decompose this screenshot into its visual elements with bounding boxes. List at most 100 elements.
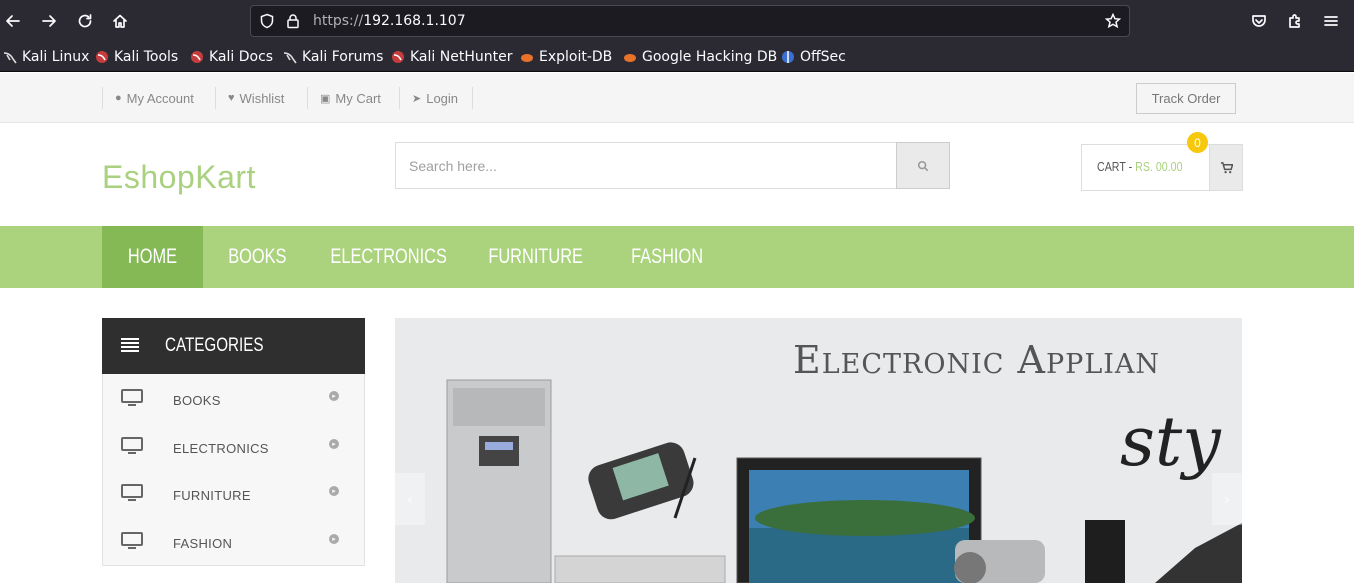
bookmark-label: Kali Linux (22, 49, 90, 65)
bookmark-kali-docs[interactable]: Kali Docs (190, 48, 273, 66)
desktop-icon (121, 532, 143, 550)
hero-banner: Electronic Applian sty ‹ › (395, 318, 1242, 583)
nav-furniture-label: FURNITURE (488, 245, 584, 268)
kali-tools-icon (95, 50, 109, 64)
wishlist-label: Wishlist (239, 90, 285, 106)
desktop-icon (121, 389, 143, 407)
arrow-left-icon (6, 15, 20, 27)
bookmarks-bar: Kali Linux Kali Tools Kali Docs Kali For… (0, 42, 1354, 72)
exploit-db-icon (520, 50, 534, 64)
nav-furniture[interactable]: FURNITURE (476, 226, 596, 288)
nav-electronics-label: ELECTRONICS (330, 245, 447, 268)
chevron-right-icon: ▸ (329, 391, 339, 401)
reload-icon (78, 14, 92, 28)
cart-count-badge: 0 (1187, 132, 1208, 153)
wishlist-link[interactable]: ♥ Wishlist (228, 90, 284, 106)
extensions-button[interactable] (1283, 9, 1307, 33)
lock-icon[interactable] (285, 13, 301, 29)
cart-summary[interactable]: CART - RS. 00.00 (1081, 144, 1243, 191)
category-label: BOOKS (173, 393, 221, 408)
search-box (395, 142, 950, 189)
bookmark-exploit-db[interactable]: Exploit-DB (520, 48, 612, 66)
nav-books[interactable]: BOOKS (213, 226, 301, 288)
pocket-button[interactable] (1247, 9, 1271, 33)
my-account-label: My Account (126, 90, 194, 106)
exploit-db-icon (623, 50, 637, 64)
top-bar: ● My Account ♥ Wishlist ▣ My Cart ➤ Login Tr… (0, 73, 1354, 123)
web-page: ● My Account ♥ Wishlist ▣ My Cart ➤ Login Tr… (0, 73, 1354, 583)
cart-button[interactable] (1209, 144, 1243, 191)
hamburger-icon (1324, 16, 1338, 26)
category-label: FASHION (173, 536, 233, 551)
bookmark-kali-forums[interactable]: Kali Forums (283, 48, 383, 66)
site-logo[interactable]: EshopKart (102, 159, 256, 196)
arrow-right-icon (42, 15, 56, 27)
bookmark-label: Kali Forums (302, 49, 384, 65)
divider (399, 87, 400, 109)
my-cart-link[interactable]: ▣ My Cart (320, 90, 381, 106)
search-input[interactable] (396, 143, 896, 188)
shield-icon[interactable] (259, 13, 275, 29)
nav-home[interactable]: HOME (102, 226, 203, 288)
slider-prev-button[interactable]: ‹ (395, 473, 425, 525)
sign-in-icon: ➤ (412, 92, 422, 105)
divider (472, 87, 473, 109)
bookmark-kali-tools[interactable]: Kali Tools (95, 48, 178, 66)
divider (102, 87, 103, 109)
url-host: 192.168.1.107 (363, 13, 466, 29)
cart-amount: RS. 00.00 (1135, 159, 1183, 174)
category-label: ELECTRONICS (173, 441, 269, 456)
chevron-right-icon: ▸ (329, 534, 339, 544)
category-item-fashion[interactable]: FASHION ▸ (103, 519, 364, 567)
search-icon (917, 160, 929, 171)
back-button[interactable] (1, 9, 25, 33)
chevron-right-icon: ▸ (329, 486, 339, 496)
address-bar[interactable]: https://192.168.1.107 (250, 5, 1130, 37)
nav-fashion-label: FASHION (631, 245, 704, 268)
forward-button[interactable] (37, 9, 61, 33)
bookmark-kali-linux[interactable]: Kali Linux (3, 48, 89, 66)
login-link[interactable]: ➤ Login (412, 90, 458, 106)
heart-icon: ♥ (228, 92, 235, 104)
track-order-button[interactable]: Track Order (1136, 83, 1236, 114)
bookmark-offsec[interactable]: OffSec (781, 48, 846, 66)
user-icon: ● (115, 92, 122, 104)
puzzle-icon (1289, 14, 1300, 28)
categories-title: CATEGORIES (165, 335, 264, 356)
login-label: Login (426, 90, 459, 106)
my-account-link[interactable]: ● My Account (115, 90, 194, 106)
bookmark-label: Kali NetHunter (410, 49, 513, 65)
category-label: FURNITURE (173, 488, 251, 503)
category-item-books[interactable]: BOOKS ▸ (103, 376, 364, 424)
home-icon (113, 14, 127, 28)
bookmark-label: Kali Tools (114, 49, 179, 65)
list-icon (121, 338, 139, 353)
bookmark-kali-nethunter[interactable]: Kali NetHunter (391, 48, 512, 66)
category-item-electronics[interactable]: ELECTRONICS ▸ (103, 424, 364, 472)
nav-fashion[interactable]: FASHION (617, 226, 718, 288)
kali-dragon-icon (283, 50, 297, 64)
category-item-furniture[interactable]: FURNITURE ▸ (103, 471, 364, 519)
bookmark-label: OffSec (800, 49, 846, 65)
bookmark-google-hacking-db[interactable]: Google Hacking DB (623, 48, 777, 66)
desktop-icon (121, 484, 143, 502)
browser-toolbar: https://192.168.1.107 (0, 0, 1354, 42)
bookmark-label: Google Hacking DB (642, 49, 778, 65)
my-cart-label: My Cart (335, 90, 381, 106)
slider-next-button[interactable]: › (1212, 473, 1242, 525)
star-icon[interactable] (1104, 12, 1122, 29)
categories-panel: CATEGORIES BOOKS ▸ ELECTRONICS ▸ FURNITU… (102, 318, 365, 566)
search-button[interactable] (896, 142, 950, 189)
main-navigation: HOME BOOKS ELECTRONICS FURNITURE FASHION (0, 226, 1354, 288)
home-button[interactable] (108, 9, 132, 33)
shopping-cart-icon (1220, 162, 1233, 174)
url-text[interactable]: https://192.168.1.107 (313, 13, 466, 29)
menu-button[interactable] (1319, 9, 1343, 33)
categories-header: CATEGORIES (102, 318, 365, 374)
bookmark-label: Exploit-DB (539, 49, 613, 65)
divider (307, 87, 308, 109)
reload-button[interactable] (73, 9, 97, 33)
nav-electronics[interactable]: ELECTRONICS (320, 226, 457, 288)
cart-icon: ▣ (320, 92, 331, 105)
offsec-icon (781, 50, 795, 64)
